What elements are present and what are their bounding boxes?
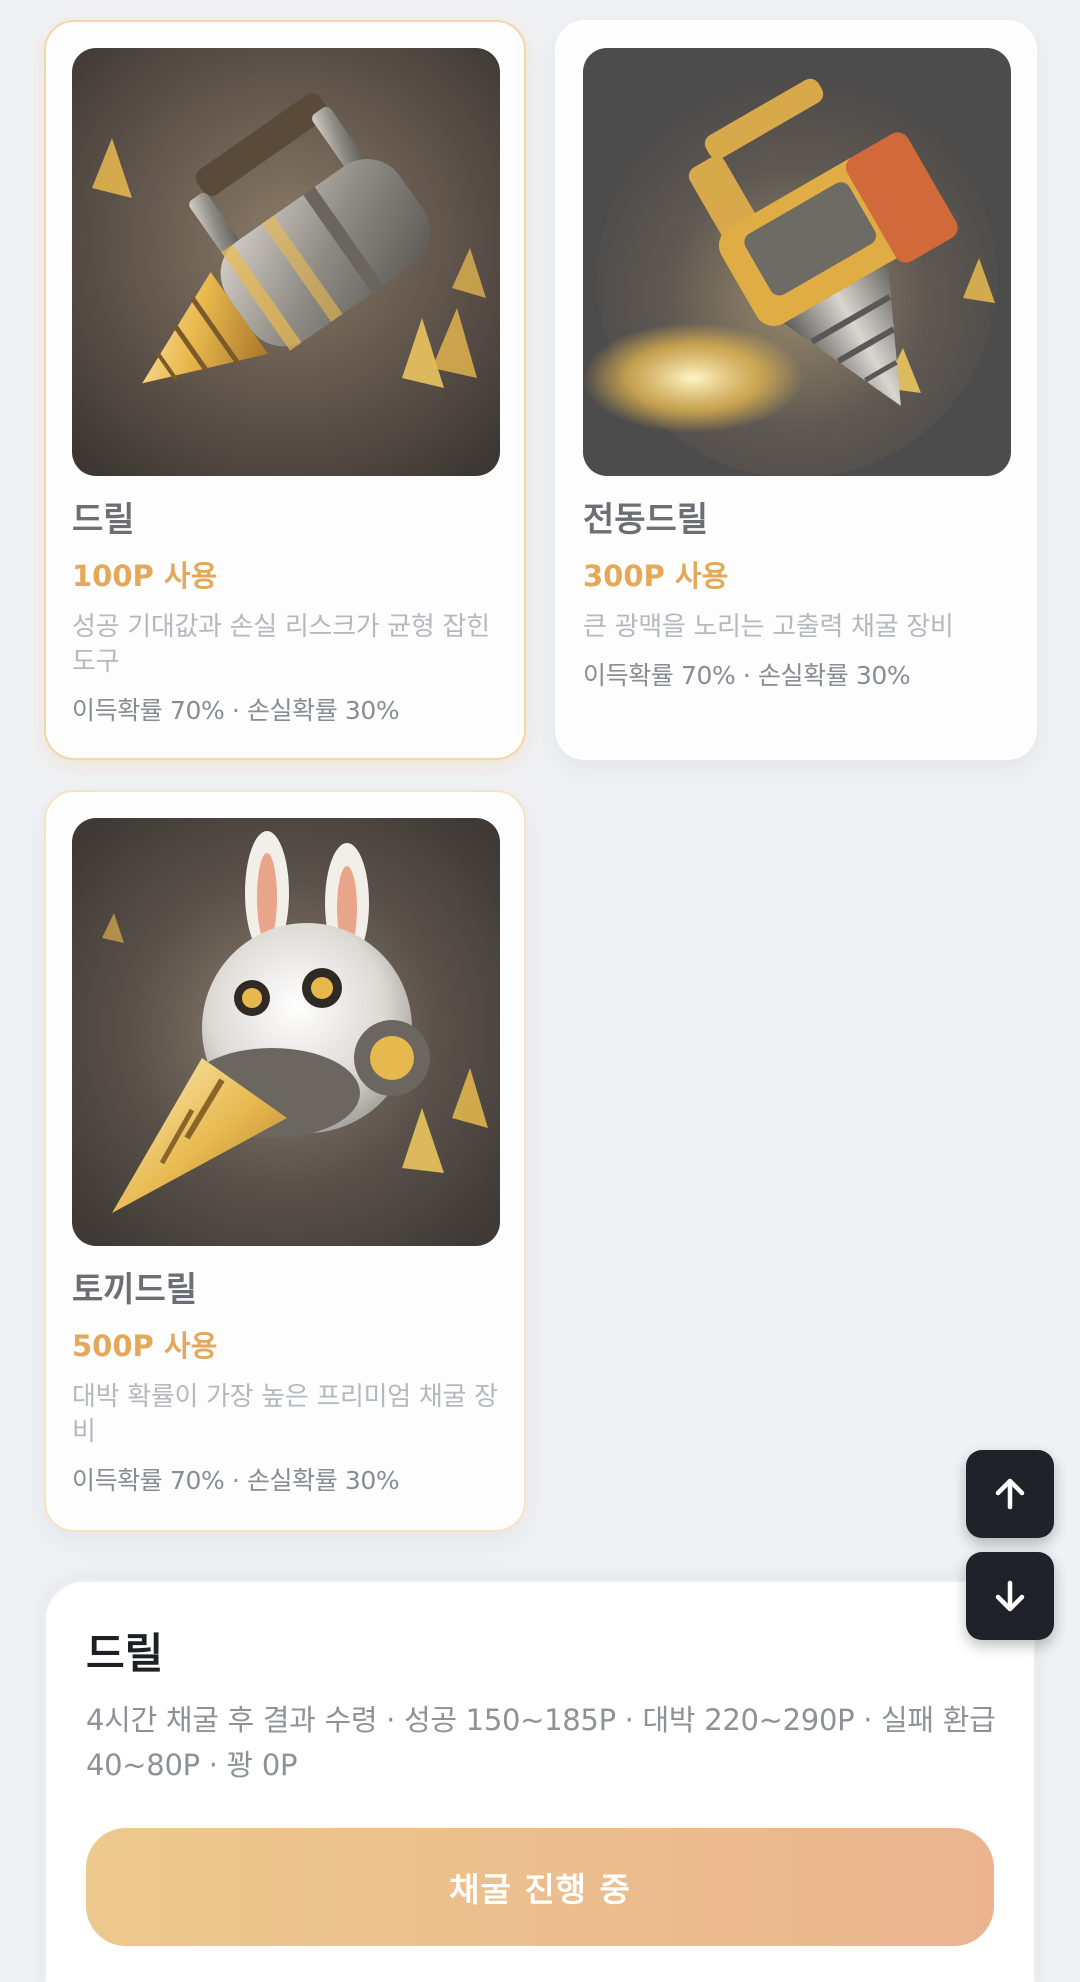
- item-card-electric-drill[interactable]: 전동드릴 300P 사용 큰 광맥을 노리는 고출력 채굴 장비 이득확률 70…: [555, 20, 1037, 760]
- item-name: 토끼드릴: [72, 1270, 198, 1310]
- item-name: 드릴: [72, 500, 135, 540]
- arrow-down-icon: [995, 1580, 1025, 1612]
- electric-drill-image: [583, 48, 1011, 476]
- panel-title: 드릴: [86, 1629, 164, 1678]
- page: 드릴 100P 사용 성공 기대값과 손실 리스크가 균형 잡힌 도구 이득확률…: [0, 0, 1080, 1982]
- selected-item-panel: 드릴 4시간 채굴 후 결과 수령 · 성공 150~185P · 대박 220…: [44, 1580, 1036, 1982]
- rabbit-drill-image: [72, 818, 500, 1246]
- item-probability: 이득확률 70% · 손실확률 30%: [72, 696, 400, 725]
- item-card-rabbit-drill[interactable]: 토끼드릴 500P 사용 대박 확률이 가장 높은 프리미엄 채굴 장비 이득확…: [44, 790, 526, 1532]
- item-probability: 이득확률 70% · 손실확률 30%: [72, 1466, 400, 1495]
- item-description: 대박 확률이 가장 높은 프리미엄 채굴 장비: [72, 1382, 498, 1447]
- item-cost: 300P 사용: [583, 559, 729, 593]
- scroll-down-button[interactable]: [966, 1552, 1054, 1640]
- item-cost: 100P 사용: [72, 559, 218, 593]
- item-name: 전동드릴: [583, 500, 709, 540]
- drill-image: [72, 48, 500, 476]
- item-description: 큰 광맥을 노리는 고출력 채굴 장비: [583, 612, 954, 642]
- arrow-up-icon: [995, 1478, 1025, 1510]
- scroll-up-button[interactable]: [966, 1450, 1054, 1538]
- mining-status-button[interactable]: 채굴 진행 중: [86, 1828, 994, 1946]
- item-description: 성공 기대값과 손실 리스크가 균형 잡힌 도구: [72, 612, 490, 677]
- item-probability: 이득확률 70% · 손실확률 30%: [583, 661, 911, 690]
- item-cost: 500P 사용: [72, 1329, 218, 1363]
- item-card-drill[interactable]: 드릴 100P 사용 성공 기대값과 손실 리스크가 균형 잡힌 도구 이득확률…: [44, 20, 526, 760]
- panel-description: 4시간 채굴 후 결과 수령 · 성공 150~185P · 대박 220~29…: [86, 1703, 996, 1782]
